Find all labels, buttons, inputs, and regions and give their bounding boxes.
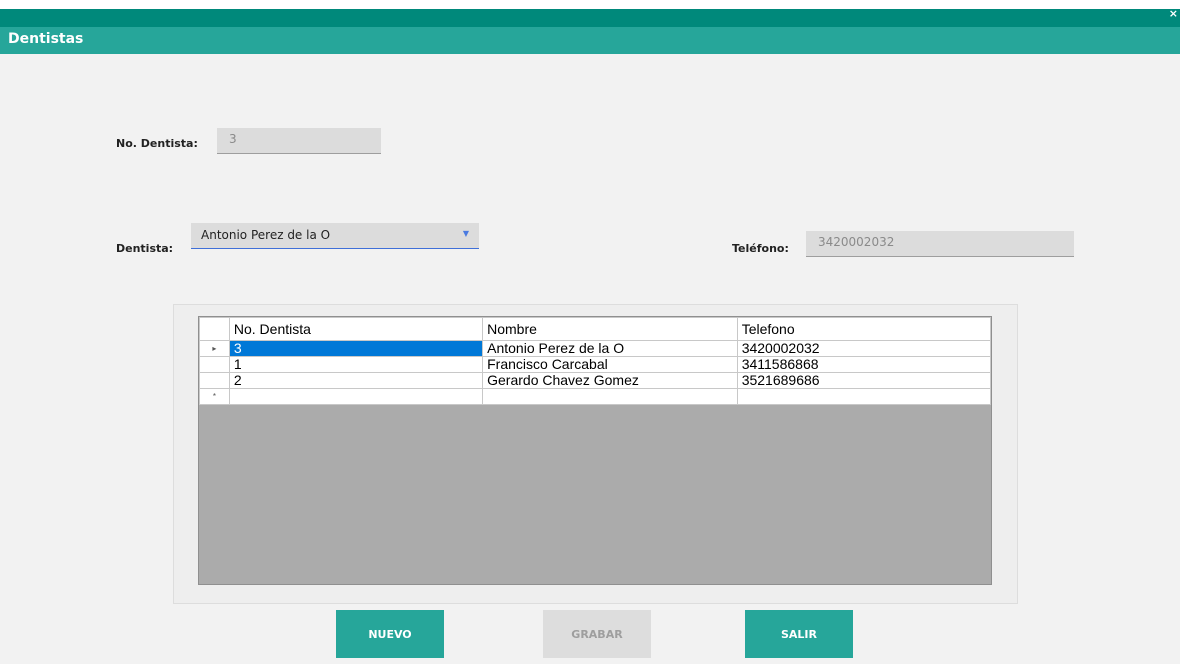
titlebar-strip: ×	[0, 7, 1180, 27]
window-title: Dentistas	[8, 31, 84, 47]
close-icon[interactable]: ×	[1169, 7, 1178, 20]
table-cell[interactable]	[736, 388, 991, 405]
telefono-label: Teléfono:	[732, 242, 789, 255]
table-row[interactable]: 2 Gerardo Chavez Gomez 3521689686	[199, 372, 991, 389]
dentistas-table: No. Dentista Nombre Telefono ▸ 3 Antonio…	[199, 317, 991, 405]
table-cell[interactable]	[228, 388, 484, 405]
chevron-down-icon[interactable]: ▼	[463, 229, 469, 238]
table-row[interactable]: ▸ 3 Antonio Perez de la O 3420002032	[199, 340, 991, 357]
table-cell[interactable]	[482, 388, 738, 405]
row-header[interactable]	[199, 356, 230, 373]
dentista-label: Dentista:	[116, 242, 174, 255]
table-cell[interactable]: 2	[228, 372, 484, 389]
table-cell[interactable]: 3420002032	[736, 340, 991, 357]
nuevo-button[interactable]: NUEVO	[336, 610, 444, 658]
table-cell[interactable]: Antonio Perez de la O	[482, 340, 738, 357]
grabar-button[interactable]: GRABAR	[543, 610, 651, 658]
top-band	[0, 0, 1180, 9]
table-cell[interactable]: 3	[228, 340, 484, 357]
current-row-icon[interactable]: ▸	[199, 340, 230, 357]
dentista-combobox-value: Antonio Perez de la O	[201, 228, 331, 242]
table-cell[interactable]: 3411586868	[736, 356, 991, 373]
dentista-combobox[interactable]: Antonio Perez de la O ▼	[191, 223, 479, 249]
no-dentista-field[interactable]: 3	[217, 128, 381, 154]
dentistas-grid[interactable]: No. Dentista Nombre Telefono ▸ 3 Antonio…	[198, 316, 992, 585]
column-header-telefono[interactable]: Telefono	[736, 317, 991, 341]
column-header-nombre[interactable]: Nombre	[482, 317, 738, 341]
row-header[interactable]	[199, 372, 230, 389]
table-cell[interactable]: 3521689686	[736, 372, 991, 389]
new-row-icon[interactable]: *	[199, 388, 230, 405]
titlebar	[0, 27, 1180, 54]
new-row[interactable]: *	[199, 388, 991, 405]
table-header-row: No. Dentista Nombre Telefono	[199, 317, 991, 341]
row-header-corner	[199, 317, 230, 341]
table-row[interactable]: 1 Francisco Carcabal 3411586868	[199, 356, 991, 373]
column-header-no-dentista[interactable]: No. Dentista	[228, 317, 484, 341]
salir-button[interactable]: SALIR	[745, 610, 853, 658]
telefono-field[interactable]: 3420002032	[806, 231, 1074, 257]
no-dentista-label: No. Dentista:	[116, 137, 198, 150]
table-cell[interactable]: Gerardo Chavez Gomez	[482, 372, 738, 389]
table-cell[interactable]: 1	[228, 356, 484, 373]
table-cell[interactable]: Francisco Carcabal	[482, 356, 738, 373]
